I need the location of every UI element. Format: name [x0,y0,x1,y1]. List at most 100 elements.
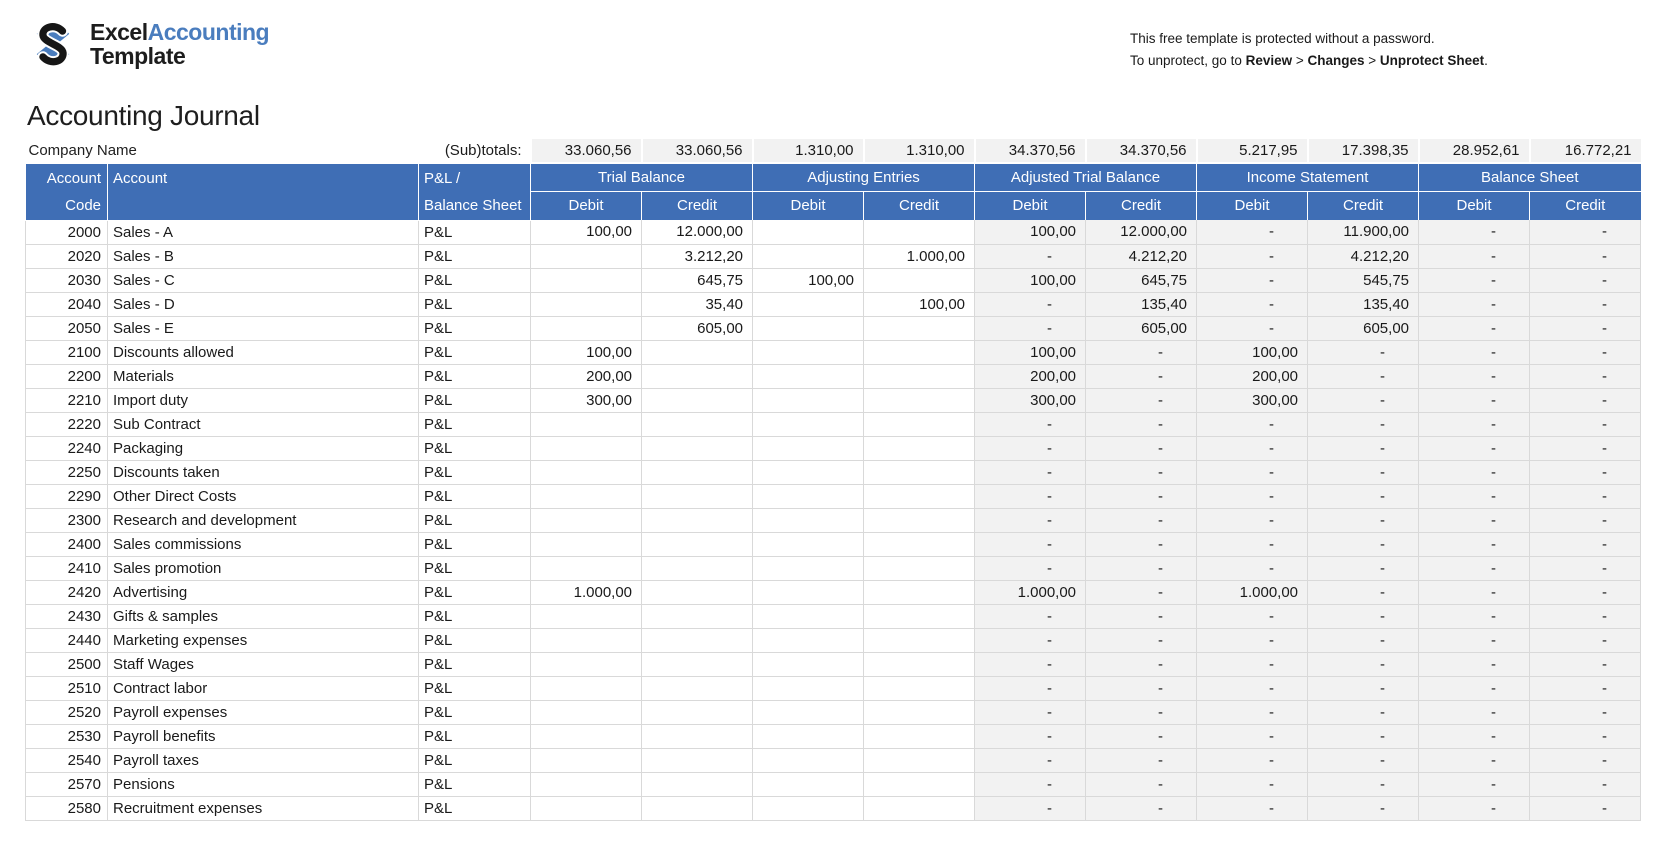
pl-bs-cell[interactable]: P&L [419,412,531,436]
atb-debit-cell[interactable]: 200,00 [975,364,1086,388]
ae-credit-cell[interactable] [864,388,975,412]
account-code-cell[interactable]: 2510 [26,676,108,700]
account-name-cell[interactable]: Payroll expenses [108,700,419,724]
ae-debit-cell[interactable] [753,436,864,460]
atb-credit-cell[interactable]: - [1086,556,1197,580]
pl-bs-cell[interactable]: P&L [419,292,531,316]
atb-credit-cell[interactable]: 12.000,00 [1086,220,1197,244]
tb-debit-cell[interactable] [531,652,642,676]
is-credit-cell[interactable]: 545,75 [1308,268,1419,292]
account-code-cell[interactable]: 2220 [26,412,108,436]
account-name-cell[interactable]: Sales - B [108,244,419,268]
is-debit-cell[interactable]: - [1197,268,1308,292]
account-name-cell[interactable]: Sub Contract [108,412,419,436]
ae-debit-cell[interactable] [753,220,864,244]
ae-credit-cell[interactable] [864,556,975,580]
bs-debit-cell[interactable]: - [1419,292,1530,316]
bs-debit-cell[interactable]: - [1419,220,1530,244]
is-debit-cell[interactable]: - [1197,244,1308,268]
account-code-cell[interactable]: 2020 [26,244,108,268]
ae-credit-cell[interactable] [864,796,975,820]
tb-credit-cell[interactable] [642,460,753,484]
is-credit-cell[interactable]: - [1308,532,1419,556]
bs-debit-cell[interactable]: - [1419,244,1530,268]
tb-credit-cell[interactable] [642,556,753,580]
is-debit-cell[interactable]: - [1197,700,1308,724]
bs-credit-cell[interactable]: - [1530,700,1641,724]
atb-credit-cell[interactable]: 4.212,20 [1086,244,1197,268]
atb-credit-cell[interactable]: - [1086,628,1197,652]
bs-credit-cell[interactable]: - [1530,244,1641,268]
bs-credit-cell[interactable]: - [1530,412,1641,436]
pl-bs-cell[interactable]: P&L [419,484,531,508]
ae-credit-cell[interactable] [864,484,975,508]
atb-debit-cell[interactable]: - [975,316,1086,340]
account-name-cell[interactable]: Payroll benefits [108,724,419,748]
tb-credit-cell[interactable] [642,508,753,532]
ae-debit-cell[interactable] [753,508,864,532]
ae-debit-cell[interactable] [753,388,864,412]
account-code-cell[interactable]: 2000 [26,220,108,244]
is-credit-cell[interactable]: - [1308,628,1419,652]
account-code-cell[interactable]: 2250 [26,460,108,484]
bs-credit-cell[interactable]: - [1530,796,1641,820]
tb-debit-cell[interactable]: 1.000,00 [531,580,642,604]
tb-credit-cell[interactable]: 605,00 [642,316,753,340]
tb-credit-cell[interactable] [642,700,753,724]
is-debit-cell[interactable]: - [1197,460,1308,484]
is-credit-cell[interactable]: - [1308,676,1419,700]
tb-credit-cell[interactable] [642,604,753,628]
tb-credit-cell[interactable] [642,436,753,460]
account-name-cell[interactable]: Marketing expenses [108,628,419,652]
tb-credit-cell[interactable] [642,772,753,796]
bs-credit-cell[interactable]: - [1530,748,1641,772]
is-credit-cell[interactable]: - [1308,724,1419,748]
atb-credit-cell[interactable]: 605,00 [1086,316,1197,340]
is-debit-cell[interactable]: - [1197,652,1308,676]
atb-credit-cell[interactable]: - [1086,772,1197,796]
bs-debit-cell[interactable]: - [1419,388,1530,412]
account-code-cell[interactable]: 2400 [26,532,108,556]
pl-bs-cell[interactable]: P&L [419,508,531,532]
account-name-cell[interactable]: Recruitment expenses [108,796,419,820]
ae-debit-cell[interactable] [753,580,864,604]
tb-credit-cell[interactable] [642,340,753,364]
is-credit-cell[interactable]: - [1308,652,1419,676]
atb-debit-cell[interactable]: - [975,532,1086,556]
bs-credit-cell[interactable]: - [1530,532,1641,556]
ae-debit-cell[interactable] [753,604,864,628]
account-name-cell[interactable]: Sales promotion [108,556,419,580]
account-name-cell[interactable]: Sales - C [108,268,419,292]
tb-credit-cell[interactable] [642,364,753,388]
pl-bs-cell[interactable]: P&L [419,604,531,628]
pl-bs-cell[interactable]: P&L [419,220,531,244]
bs-credit-cell[interactable]: - [1530,508,1641,532]
is-credit-cell[interactable]: - [1308,556,1419,580]
atb-credit-cell[interactable]: - [1086,580,1197,604]
account-name-cell[interactable]: Gifts & samples [108,604,419,628]
bs-debit-cell[interactable]: - [1419,628,1530,652]
account-code-cell[interactable]: 2240 [26,436,108,460]
tb-debit-cell[interactable] [531,268,642,292]
atb-debit-cell[interactable]: - [975,556,1086,580]
bs-credit-cell[interactable]: - [1530,484,1641,508]
pl-bs-cell[interactable]: P&L [419,460,531,484]
account-code-cell[interactable]: 2430 [26,604,108,628]
bs-credit-cell[interactable]: - [1530,580,1641,604]
is-credit-cell[interactable]: - [1308,796,1419,820]
tb-debit-cell[interactable] [531,508,642,532]
atb-credit-cell[interactable]: - [1086,700,1197,724]
ae-debit-cell[interactable] [753,700,864,724]
bs-credit-cell[interactable]: - [1530,268,1641,292]
tb-debit-cell[interactable] [531,748,642,772]
account-name-cell[interactable]: Other Direct Costs [108,484,419,508]
atb-debit-cell[interactable]: 1.000,00 [975,580,1086,604]
account-name-cell[interactable]: Sales - D [108,292,419,316]
atb-debit-cell[interactable]: - [975,652,1086,676]
ae-debit-cell[interactable] [753,484,864,508]
atb-credit-cell[interactable]: - [1086,460,1197,484]
is-credit-cell[interactable]: - [1308,700,1419,724]
atb-credit-cell[interactable]: 135,40 [1086,292,1197,316]
ae-credit-cell[interactable]: 100,00 [864,292,975,316]
is-debit-cell[interactable]: 200,00 [1197,364,1308,388]
